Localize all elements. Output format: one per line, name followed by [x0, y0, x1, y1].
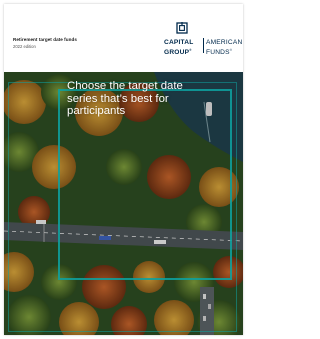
cover-headline: Choose the target date series that’s bes… — [67, 80, 183, 118]
logo-american: AMERICAN — [206, 39, 243, 46]
document-cover-page: Retirement target date funds 2022 editio… — [4, 4, 243, 335]
logo-capital-group-text: CAPITAL GROUP® — [164, 39, 194, 56]
logo-group: GROUP — [164, 48, 190, 56]
logo-american-funds-text: AMERICAN FUNDS® — [206, 39, 243, 56]
document-edition: 2022 edition — [13, 44, 36, 49]
capital-group-logo: CAPITAL GROUP® AMERICAN FUNDS® — [164, 22, 242, 62]
logo-capital: CAPITAL — [164, 39, 194, 46]
logo-divider — [203, 38, 204, 53]
logo-funds: FUNDS — [206, 48, 230, 56]
cover-header: Retirement target date funds 2022 editio… — [4, 4, 243, 72]
document-title: Retirement target date funds — [13, 37, 77, 42]
capital-group-logo-mark-icon — [176, 22, 188, 34]
